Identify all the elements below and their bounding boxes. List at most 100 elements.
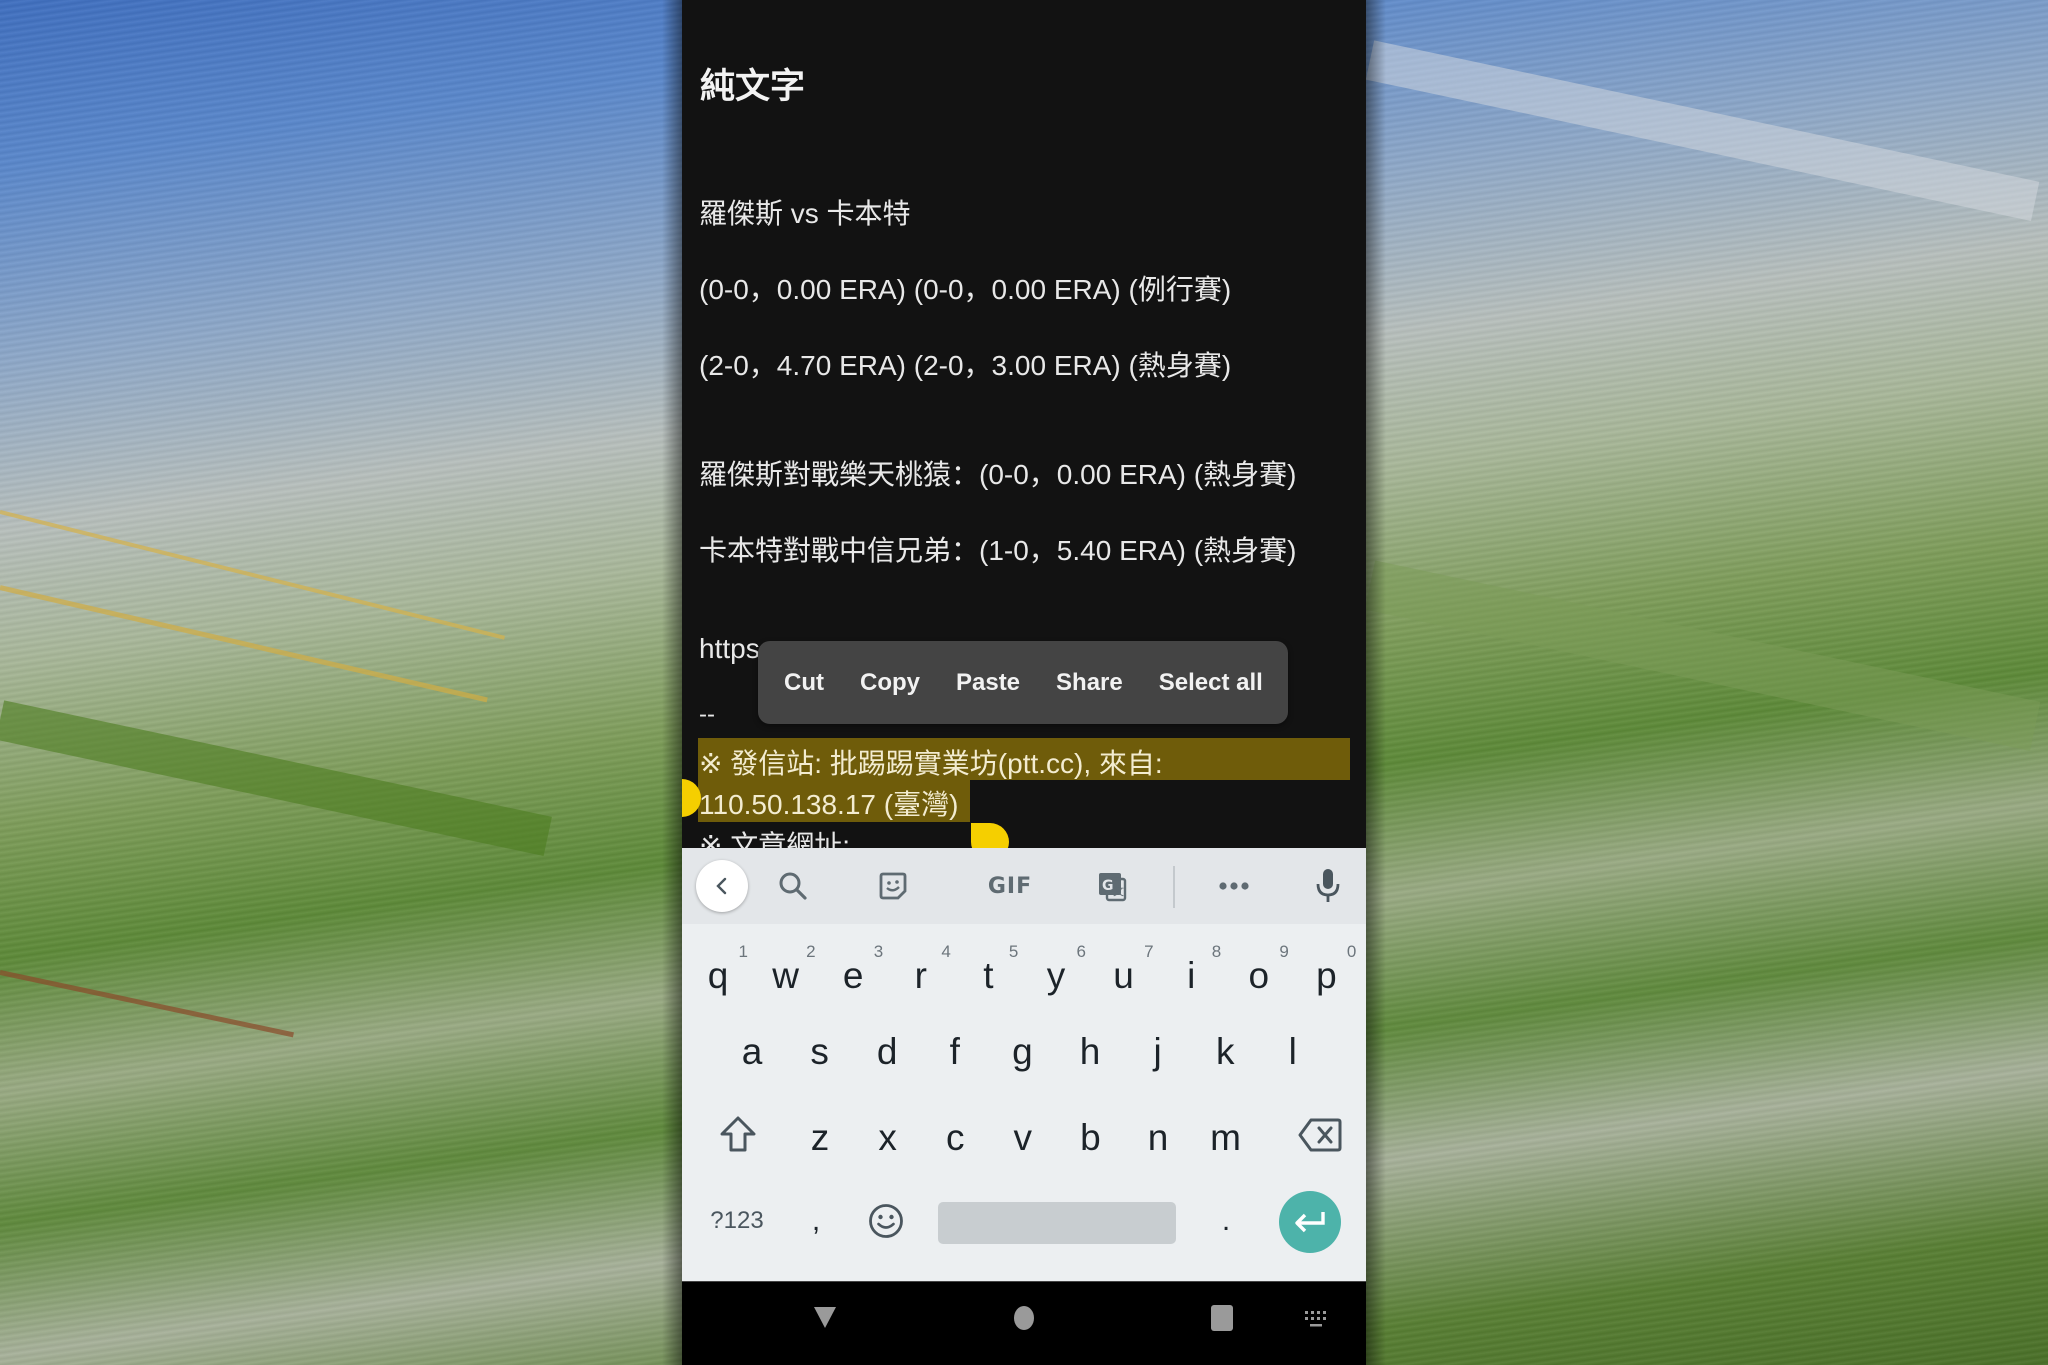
- text-line-separator: --: [699, 701, 715, 728]
- key-number-hint: 7: [1144, 942, 1154, 961]
- key-label: k: [1215, 1031, 1235, 1072]
- key-g[interactable]: g: [988, 1006, 1056, 1092]
- key-e[interactable]: e3: [819, 930, 887, 1016]
- key-l[interactable]: l: [1259, 1006, 1327, 1092]
- key-label: u: [1113, 955, 1134, 996]
- page-title: 純文字: [700, 67, 806, 106]
- nav-home-button[interactable]: [1011, 1304, 1037, 1332]
- collapse-toolbar-button[interactable]: [696, 860, 748, 912]
- text-line[interactable]: 羅傑斯對戰樂天桃猿：(0-0，0.00 ERA) (熱身賽): [699, 453, 1296, 493]
- share-button[interactable]: Share: [1038, 669, 1141, 697]
- cut-button[interactable]: Cut: [784, 669, 842, 697]
- key-b[interactable]: b: [1056, 1092, 1124, 1178]
- search-button[interactable]: [767, 860, 819, 912]
- keyboard-toolbar: GIF G文: [682, 848, 1366, 924]
- recents-square-icon: [1211, 1305, 1233, 1331]
- phone-screen: 純文字 羅傑斯 vs 卡本特 (0-0，0.00 ERA) (0-0，0.00 …: [682, 0, 1366, 1365]
- text-line[interactable]: 卡本特對戰中信兄弟：(1-0，5.40 ERA) (熱身賽): [699, 529, 1296, 569]
- key-x[interactable]: x: [854, 1092, 922, 1178]
- key-s[interactable]: s: [786, 1006, 854, 1092]
- key-z[interactable]: z: [786, 1092, 854, 1178]
- nav-recents-button[interactable]: [1210, 1304, 1234, 1332]
- translate-button[interactable]: G文: [1086, 860, 1138, 912]
- key-number-hint: 4: [941, 942, 951, 961]
- paste-button[interactable]: Paste: [938, 669, 1038, 697]
- shift-key[interactable]: [704, 1092, 772, 1178]
- text-line[interactable]: 羅傑斯 vs 卡本特: [699, 192, 911, 232]
- background-streak: [0, 510, 506, 640]
- key-r[interactable]: r4: [887, 930, 955, 1016]
- key-c[interactable]: c: [921, 1092, 989, 1178]
- more-options-button[interactable]: [1208, 860, 1260, 912]
- copy-button[interactable]: Copy: [842, 669, 938, 697]
- keyboard-switch-icon: [1305, 1311, 1326, 1327]
- period-key-label: .: [1221, 1204, 1231, 1237]
- key-label: t: [983, 955, 994, 996]
- sticker-button[interactable]: [867, 860, 919, 912]
- text-line[interactable]: (0-0，0.00 ERA) (0-0，0.00 ERA) (例行賽): [699, 268, 1231, 308]
- key-n[interactable]: n: [1124, 1092, 1192, 1178]
- background-streak: [1364, 560, 2041, 751]
- key-label: z: [810, 1117, 830, 1158]
- text-line[interactable]: (2-0，4.70 ERA) (2-0，3.00 ERA) (熱身賽): [699, 344, 1231, 384]
- key-w[interactable]: w2: [752, 930, 820, 1016]
- key-label: v: [1013, 1117, 1033, 1158]
- backspace-key[interactable]: [1286, 1092, 1354, 1178]
- key-m[interactable]: m: [1192, 1092, 1260, 1178]
- gif-icon: GIF: [987, 873, 1033, 899]
- key-label: s: [810, 1031, 829, 1072]
- symbols-key-label: ?123: [710, 1207, 764, 1234]
- key-number-hint: 6: [1076, 942, 1086, 961]
- text-line-url[interactable]: https: [699, 633, 760, 665]
- gif-button[interactable]: GIF: [984, 860, 1036, 912]
- microphone-icon: [1316, 869, 1340, 902]
- key-y[interactable]: y6: [1022, 930, 1090, 1016]
- comma-key[interactable]: ,: [786, 1178, 846, 1264]
- keyboard-switch-button[interactable]: [1304, 1310, 1330, 1330]
- key-label: c: [945, 1117, 965, 1158]
- sticker-icon: [879, 872, 907, 900]
- key-number-hint: 0: [1346, 942, 1357, 961]
- spacebar[interactable]: [938, 1202, 1176, 1244]
- text-viewer[interactable]: 純文字 羅傑斯 vs 卡本特 (0-0，0.00 ERA) (0-0，0.00 …: [682, 0, 1366, 861]
- key-number-hint: 8: [1211, 942, 1222, 961]
- selected-text-line[interactable]: 110.50.138.17 (臺灣): [699, 783, 958, 823]
- back-triangle-icon: [814, 1307, 836, 1328]
- period-key[interactable]: .: [1192, 1178, 1260, 1264]
- emoji-key[interactable]: [852, 1178, 920, 1264]
- soft-keyboard: GIF G文 ?123 , . q 1 w 2 e 3 r 4 t 5 y 6 …: [682, 848, 1366, 1281]
- select-all-button[interactable]: Select all: [1141, 669, 1281, 697]
- key-p[interactable]: p0: [1292, 930, 1360, 1016]
- key-a[interactable]: a: [718, 1006, 786, 1092]
- key-f[interactable]: f: [921, 1006, 989, 1092]
- symbols-key[interactable]: ?123: [692, 1178, 782, 1264]
- key-h[interactable]: h: [1056, 1006, 1124, 1092]
- enter-icon: [1295, 1212, 1325, 1233]
- key-label: r: [914, 955, 927, 996]
- key-i[interactable]: i8: [1157, 930, 1225, 1016]
- voice-input-button[interactable]: [1302, 860, 1354, 912]
- background-streak: [0, 585, 488, 703]
- chevron-left-icon: [716, 877, 727, 895]
- nav-back-button[interactable]: [812, 1304, 838, 1330]
- key-label: x: [878, 1117, 897, 1158]
- key-d[interactable]: d: [853, 1006, 921, 1092]
- svg-text:文: 文: [1113, 884, 1124, 898]
- key-u[interactable]: u7: [1090, 930, 1158, 1016]
- key-q[interactable]: q1: [684, 930, 752, 1016]
- key-t[interactable]: t5: [954, 930, 1022, 1016]
- key-v[interactable]: v: [989, 1092, 1057, 1178]
- key-j[interactable]: j: [1124, 1006, 1192, 1092]
- key-k[interactable]: k: [1191, 1006, 1259, 1092]
- key-o[interactable]: o9: [1225, 930, 1293, 1016]
- emoji-icon: [869, 1204, 903, 1238]
- key-label: b: [1080, 1117, 1101, 1158]
- text-selection-context-menu: Cut Copy Paste Share Select all: [758, 641, 1288, 724]
- enter-key[interactable]: [1279, 1191, 1341, 1253]
- key-label: e: [842, 955, 864, 996]
- key-number-hint: 2: [806, 942, 816, 961]
- background-streak: [1365, 40, 2040, 221]
- shift-icon: [720, 1116, 756, 1152]
- selected-text-line[interactable]: ※ 發信站: 批踢踢實業坊(ptt.cc), 來自:: [699, 742, 1163, 782]
- more-icon: [1219, 882, 1249, 890]
